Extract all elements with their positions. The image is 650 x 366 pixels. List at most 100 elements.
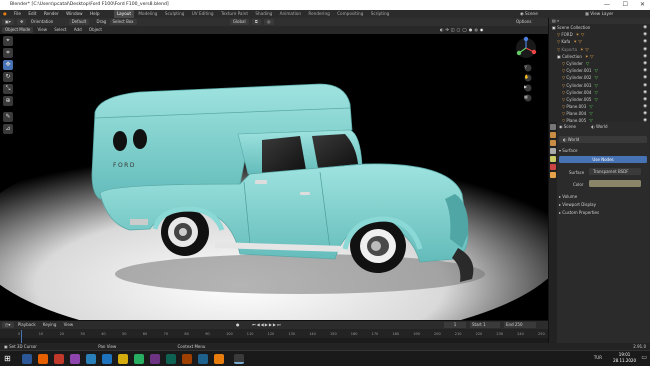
annotate-tool-icon[interactable]: ✎ <box>3 112 13 122</box>
workspace-tab-layout[interactable]: Layout <box>113 10 135 18</box>
scene-tab-icon[interactable] <box>550 156 556 162</box>
select-tool-icon[interactable]: ⌗ <box>3 48 13 58</box>
world-color-swatch[interactable] <box>589 180 641 187</box>
custom-properties-section-header[interactable]: ▸ Custom Properties <box>559 210 599 215</box>
drag-dropdown[interactable]: Select Box <box>109 19 137 25</box>
pivot-dropdown[interactable]: Global <box>229 19 249 25</box>
tool-tab-icon[interactable] <box>550 124 556 130</box>
measure-tool-icon[interactable]: ⊿ <box>3 124 13 134</box>
blender-taskbar-icon[interactable] <box>214 354 224 364</box>
app-icon-2[interactable] <box>70 354 80 364</box>
visibility-eye-icon[interactable]: ◉ <box>643 82 647 89</box>
timeline-editor-type-icon[interactable]: ◷▾ <box>2 322 14 328</box>
timeline-menu-keying[interactable]: Keying <box>40 321 59 329</box>
visibility-eye-icon[interactable]: ◉ <box>643 46 647 53</box>
outliner-row[interactable]: ▽ FORD ✶ ▽ ◉ <box>549 31 650 38</box>
viewport-menu-object[interactable]: Object <box>86 26 105 34</box>
visibility-eye-icon[interactable]: ◉ <box>643 96 647 103</box>
world-datablock-field[interactable]: ◐ World <box>559 136 647 143</box>
visibility-eye-icon[interactable]: ◉ <box>643 53 647 60</box>
surface-section-header[interactable]: ▾ Surface <box>559 148 578 153</box>
visibility-eye-icon[interactable]: ◉ <box>643 103 647 110</box>
playback-controls[interactable]: ⏮◀◀▶▶▶⏭ <box>252 321 282 329</box>
visibility-eye-icon[interactable]: ◉ <box>643 31 647 38</box>
workspace-tab-sculpting[interactable]: Sculpting <box>162 10 188 18</box>
options-dropdown[interactable]: Options <box>516 18 531 26</box>
visibility-eye-icon[interactable]: ◉ <box>643 60 647 67</box>
timeline-menu-playback[interactable]: Playback <box>15 321 39 329</box>
outliner-filter-icon[interactable]: ▤ ⌕ <box>552 18 559 23</box>
3d-viewport[interactable]: FORD <box>0 34 548 320</box>
transform-orientation-icon[interactable]: ✥ <box>17 19 27 25</box>
app-icon-8[interactable] <box>182 354 192 364</box>
app-icon-3[interactable] <box>86 354 96 364</box>
workspace-tab-modeling[interactable]: Modeling <box>135 10 160 18</box>
mode-dropdown[interactable]: Object Mode <box>2 27 34 33</box>
outliner-row[interactable]: ▽ Cylinder.005 ▽ ◉ <box>549 96 650 103</box>
record-button-icon[interactable]: ● <box>236 321 240 329</box>
workspace-tab-compositing[interactable]: Compositing <box>334 10 366 18</box>
transform-tool-icon[interactable]: ⊕ <box>3 96 13 106</box>
menu-help[interactable]: Help <box>87 10 103 18</box>
rotate-tool-icon[interactable]: ↻ <box>3 72 13 82</box>
viewport-menu-select[interactable]: Select <box>51 26 69 34</box>
playhead[interactable] <box>21 330 22 343</box>
properties-world-tab[interactable]: World <box>596 124 607 129</box>
app-icon-7[interactable] <box>166 354 176 364</box>
maximize-button[interactable]: ☐ <box>623 0 628 10</box>
outliner-row[interactable]: ▣ Scene Collection ◉ <box>549 24 650 31</box>
outliner-row[interactable]: ▽ Plane.004 ▽ ◉ <box>549 110 650 117</box>
app-icon-4[interactable] <box>102 354 112 364</box>
outliner-row[interactable]: ▽ Kafa ✶ ▽ ◉ <box>549 38 650 45</box>
visibility-eye-icon[interactable]: ◉ <box>643 74 647 81</box>
file-explorer-icon[interactable] <box>118 354 128 364</box>
visibility-eye-icon[interactable]: ◉ <box>643 38 647 45</box>
frame-ruler[interactable]: 0 10 20 30 40 50 60 70 80 90 100 110 120 130 140 150 160… <box>0 330 548 338</box>
outliner-row[interactable]: ▽ Cylinder ▽ ◉ <box>549 60 650 67</box>
notification-icon[interactable]: ▭ <box>641 354 647 361</box>
snap-icon[interactable]: ⧉ <box>251 19 261 25</box>
app-icon-9[interactable] <box>198 354 208 364</box>
zoom-icon[interactable]: ⚲ <box>524 64 527 69</box>
navigation-gizmo[interactable]: ⚲ ✋ ▶ ▦ <box>506 34 546 104</box>
viewport-shading-buttons[interactable]: ◐✣◫▢◯●◍◉ <box>440 26 485 34</box>
firefox-icon[interactable] <box>38 354 48 364</box>
workspace-tab-scripting[interactable]: Scripting <box>368 10 393 18</box>
minimize-button[interactable]: — <box>604 0 610 10</box>
move-tool-icon[interactable]: ✥ <box>3 60 13 70</box>
rendered-shading-icon[interactable]: ◉ <box>480 27 486 32</box>
visibility-eye-icon[interactable]: ◉ <box>643 24 647 31</box>
blender-logo-icon[interactable]: ● <box>0 10 10 18</box>
end-frame-field[interactable]: End 250 <box>504 322 536 328</box>
close-button[interactable]: ✕ <box>640 0 645 10</box>
visibility-eye-icon[interactable]: ◉ <box>643 67 647 74</box>
surface-shader-dropdown[interactable]: Transparent BSDF <box>589 168 641 175</box>
app-icon-6[interactable] <box>150 354 160 364</box>
workspace-tab-texture-paint[interactable]: Texture Paint <box>218 10 251 18</box>
orientation-dropdown[interactable]: Default <box>68 19 90 25</box>
app-icon-1[interactable] <box>54 354 64 364</box>
properties-scene-tab[interactable]: Scene <box>564 124 576 129</box>
start-frame-field[interactable]: Start 1 <box>470 322 500 328</box>
workspace-tab-animation[interactable]: Animation <box>277 10 304 18</box>
scene-selector[interactable]: ◉ Scene <box>520 10 538 18</box>
app-icon-5[interactable] <box>134 354 144 364</box>
viewport-display-section-header[interactable]: ▸ Viewport Display <box>559 202 596 207</box>
workspace-tab-rendering[interactable]: Rendering <box>305 10 332 18</box>
pan-hand-icon[interactable]: ✋ <box>524 74 529 79</box>
timeline-menu-view[interactable]: View <box>61 321 77 329</box>
outliner-row[interactable]: ▣ Collection ✶ ▽ ◉ <box>549 53 650 60</box>
viewport-menu-add[interactable]: Add <box>71 26 85 34</box>
object-tab-icon[interactable] <box>550 172 556 178</box>
visibility-eye-icon[interactable]: ◉ <box>643 89 647 96</box>
cursor-tool-icon[interactable]: ⌖ <box>3 36 13 46</box>
editor-type-button[interactable]: ▣▾ <box>2 19 14 25</box>
taskbar-clock[interactable]: 19:01 28.11.2020 <box>613 352 636 364</box>
output-tab-icon[interactable] <box>550 140 556 146</box>
workspace-tab-uv-editing[interactable]: UV Editing <box>189 10 217 18</box>
viewport-menu-view[interactable]: View <box>34 26 50 34</box>
menu-window[interactable]: Window <box>63 10 86 18</box>
view-layer-tab-icon[interactable] <box>550 148 556 154</box>
volume-section-header[interactable]: ▸ Volume <box>559 194 577 199</box>
workspace-tab-shading[interactable]: Shading <box>252 10 275 18</box>
